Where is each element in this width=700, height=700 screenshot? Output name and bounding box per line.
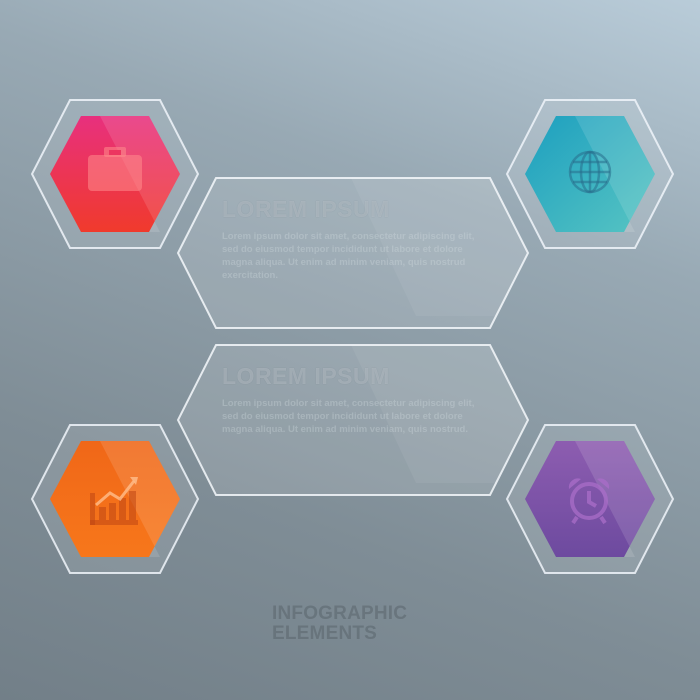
text-block-body: Lorem ipsum dolor sit amet, consectetur … xyxy=(222,231,475,281)
hexagon-bottom-right xyxy=(505,423,675,575)
text-block-bottom: LOREM IPSUM Lorem ipsum dolor sit amet, … xyxy=(176,343,530,497)
footer-line-2: ELEMENTS xyxy=(272,623,378,644)
hexagon-top-right xyxy=(505,98,675,250)
text-block-title: LOREM IPSUM xyxy=(222,196,390,222)
footer-title: INFOGRAPHIC ELEMENTS xyxy=(272,604,432,644)
hexagon-top-left xyxy=(30,98,200,250)
text-block-top: LOREM IPSUM Lorem ipsum dolor sit amet, … xyxy=(176,176,530,330)
text-block-title: LOREM IPSUM xyxy=(222,363,390,389)
infographic-canvas: LOREM IPSUM Lorem ipsum dolor sit amet, … xyxy=(0,0,700,700)
footer-line-1: INFOGRAPHIC xyxy=(272,603,408,624)
text-block-body: Lorem ipsum dolor sit amet, consectetur … xyxy=(222,398,475,435)
hexagon-bottom-left xyxy=(30,423,200,575)
